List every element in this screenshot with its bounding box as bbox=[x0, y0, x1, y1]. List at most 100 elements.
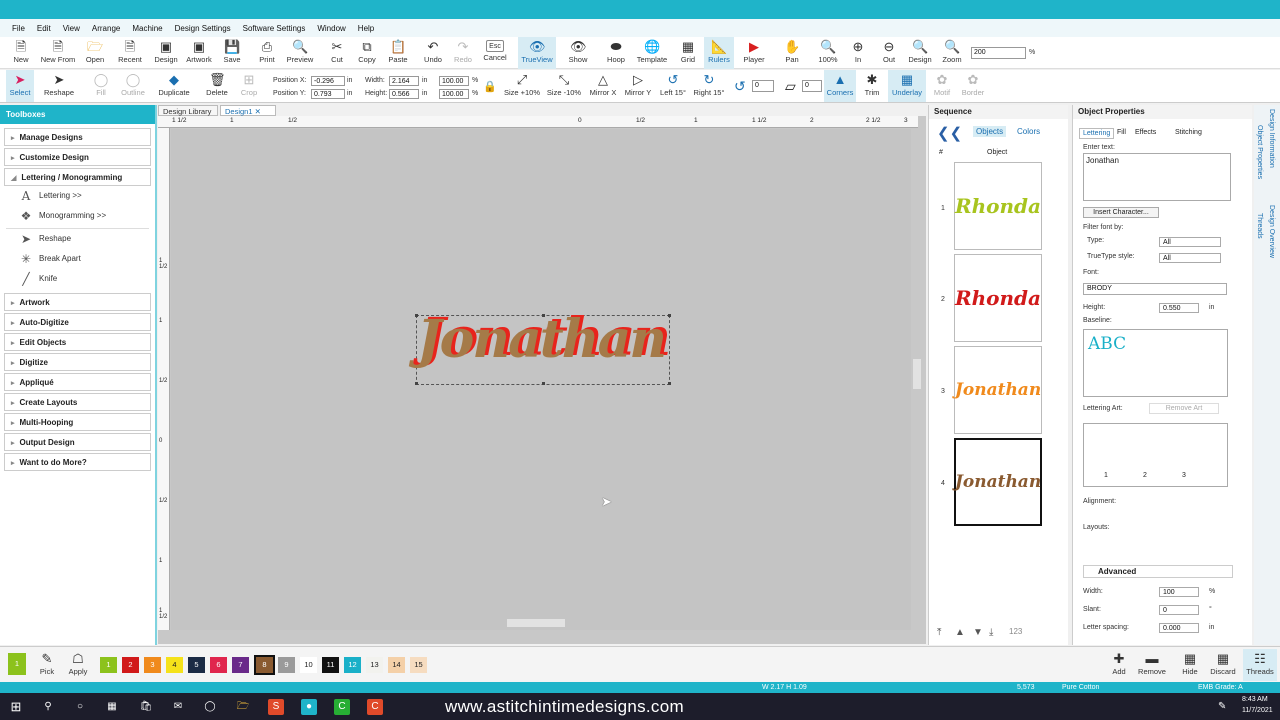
group-manage-designs[interactable]: Manage Designs bbox=[4, 128, 151, 146]
embroidery-app-icon[interactable]: ● bbox=[301, 699, 317, 715]
cortana-icon[interactable]: ○ bbox=[72, 699, 88, 715]
border-button[interactable]: ✿ Border bbox=[958, 70, 988, 102]
file-explorer-icon[interactable]: 🗁 bbox=[235, 699, 251, 715]
search-icon[interactable]: ⚲ bbox=[40, 699, 56, 715]
store-icon[interactable]: 🛍 bbox=[138, 699, 154, 715]
save-button[interactable]: 💾 Save bbox=[220, 37, 244, 69]
color-swatch[interactable]: 9 bbox=[278, 657, 295, 673]
color-swatch[interactable]: 11 bbox=[322, 657, 339, 673]
tab-design1[interactable]: Design1 ✕ bbox=[220, 105, 276, 116]
move-to-top-icon[interactable]: ⤒ bbox=[937, 627, 941, 638]
artwork-button[interactable]: ▣ Artwork bbox=[184, 37, 214, 69]
move-up-icon[interactable]: ▲ bbox=[955, 627, 965, 638]
apply-button[interactable]: ☖ Apply bbox=[64, 649, 92, 681]
color-swatch[interactable]: 4 bbox=[166, 657, 183, 673]
dell-icon[interactable]: ◯ bbox=[202, 699, 218, 715]
sequence-item[interactable]: Rhonda bbox=[954, 254, 1042, 342]
trim-button[interactable]: ✱ Trim bbox=[860, 70, 884, 102]
group-edit-objects[interactable]: Edit Objects bbox=[4, 333, 151, 351]
group-artwork[interactable]: Artwork bbox=[4, 293, 151, 311]
recent-button[interactable]: 🗎 Recent bbox=[114, 37, 146, 69]
group-want-more[interactable]: Want to do More? bbox=[4, 453, 151, 471]
trueview-button[interactable]: 👁 TrueView bbox=[518, 37, 556, 69]
tab-design-overview[interactable]: Design Overview bbox=[1268, 205, 1275, 258]
reshape-tool[interactable]: ➤ Reshape bbox=[0, 229, 155, 249]
move-to-bottom-icon[interactable]: ⤓ bbox=[989, 627, 993, 638]
pick-button[interactable]: ✎ Pick bbox=[34, 649, 60, 681]
delete-button[interactable]: 🗑 Delete bbox=[203, 70, 231, 102]
color-swatch-selected[interactable]: 8 bbox=[254, 655, 275, 675]
rulers-button[interactable]: 📐 Rulers bbox=[704, 37, 734, 69]
tab-stitching[interactable]: Stitching bbox=[1175, 129, 1202, 136]
move-down-icon[interactable]: ▼ bbox=[973, 627, 983, 638]
app-c-orange-icon[interactable]: C bbox=[367, 699, 383, 715]
task-view-icon[interactable]: ▦ bbox=[104, 699, 120, 715]
menu-design-settings[interactable]: Design Settings bbox=[169, 24, 237, 33]
remove-thread-button[interactable]: ▬ Remove bbox=[1136, 649, 1168, 681]
zoom-out-button[interactable]: ⊖ Out bbox=[878, 37, 900, 69]
rotate-right-button[interactable]: ↻ Right 15° bbox=[692, 70, 726, 102]
close-tab-icon[interactable]: ✕ bbox=[255, 107, 261, 116]
design-button[interactable]: ▣ Design bbox=[152, 37, 180, 69]
truetype-select[interactable]: All bbox=[1159, 253, 1221, 263]
rotate-input[interactable]: 0 bbox=[752, 80, 774, 92]
group-auto-digitize[interactable]: Auto-Digitize bbox=[4, 313, 151, 331]
show-button[interactable]: 👁 Show bbox=[565, 37, 591, 69]
duplicate-button[interactable]: ◆ Duplicate bbox=[156, 70, 192, 102]
crop-button[interactable]: ⊞ Crop bbox=[237, 70, 261, 102]
tab-design-library[interactable]: Design Library bbox=[158, 105, 218, 116]
menu-arrange[interactable]: Arrange bbox=[86, 24, 126, 33]
new-from-button[interactable]: 🗎 New From bbox=[38, 37, 78, 69]
position-x-input[interactable]: -0.296 bbox=[311, 76, 345, 86]
remove-art-button[interactable]: Remove Art bbox=[1149, 403, 1219, 414]
design-workspace[interactable]: Jonathan Jonathan ➤ bbox=[171, 129, 921, 630]
preview-button[interactable]: 🔍 Preview bbox=[284, 37, 316, 69]
color-swatch[interactable]: 1 bbox=[100, 657, 117, 673]
resize-handle[interactable] bbox=[668, 382, 671, 385]
new-button[interactable]: 🗎 New bbox=[8, 37, 34, 69]
color-swatch[interactable]: 14 bbox=[388, 657, 405, 673]
copy-button[interactable]: ⧉ Copy bbox=[355, 37, 379, 69]
color-swatch[interactable]: 10 bbox=[300, 657, 317, 673]
open-button[interactable]: 🗁 Open bbox=[82, 37, 108, 69]
group-customize-design[interactable]: Customize Design bbox=[4, 148, 151, 166]
color-swatch[interactable]: 2 bbox=[122, 657, 139, 673]
windows-start-icon[interactable]: ⊞ bbox=[8, 699, 24, 715]
grid-button[interactable]: ▦ Grid bbox=[677, 37, 699, 69]
hoop-button[interactable]: ⬬ Hoop bbox=[604, 37, 628, 69]
fill-button[interactable]: ◯ Fill bbox=[90, 70, 112, 102]
player-button[interactable]: ▶ Player bbox=[740, 37, 768, 69]
width-input[interactable]: 100 bbox=[1159, 587, 1199, 597]
position-y-input[interactable]: 0.793 bbox=[311, 89, 345, 99]
add-thread-button[interactable]: ✚ Add bbox=[1106, 649, 1132, 681]
redo-button[interactable]: ↷ Redo bbox=[451, 37, 475, 69]
color-swatch[interactable]: 12 bbox=[344, 657, 361, 673]
angle-input[interactable]: 0 bbox=[802, 80, 822, 92]
hide-thread-button[interactable]: ▦ Hide bbox=[1177, 649, 1203, 681]
color-swatch[interactable]: 3 bbox=[144, 657, 161, 673]
baseline-gallery[interactable]: ABC bbox=[1083, 329, 1228, 397]
color-swatch[interactable]: 5 bbox=[188, 657, 205, 673]
letter-spacing-input[interactable]: 0.000 bbox=[1159, 623, 1199, 633]
undo-button[interactable]: ↶ Undo bbox=[421, 37, 445, 69]
tab-fill[interactable]: Fill bbox=[1117, 129, 1126, 136]
sequence-item[interactable]: Jonathan bbox=[954, 438, 1042, 526]
group-applique[interactable]: Appliqué bbox=[4, 373, 151, 391]
tab-threads[interactable]: Threads bbox=[1256, 213, 1263, 239]
height-input[interactable]: 0.566 bbox=[389, 89, 419, 99]
threads-button[interactable]: ☷ Threads bbox=[1243, 649, 1277, 681]
lettering-art-gallery[interactable]: 1 2 3 bbox=[1083, 423, 1228, 487]
select-button[interactable]: ➤ Select bbox=[6, 70, 34, 102]
zoom-input[interactable]: 200 bbox=[971, 47, 1026, 59]
underlay-button[interactable]: ▦ Underlay bbox=[888, 70, 926, 102]
text-input[interactable]: Jonathan bbox=[1083, 153, 1231, 201]
knife-tool[interactable]: ╱ Knife bbox=[0, 269, 155, 289]
design-text-embroidery[interactable]: Jonathan bbox=[417, 309, 667, 370]
template-button[interactable]: 🌐 Template bbox=[633, 37, 671, 69]
width-input[interactable]: 2.164 bbox=[389, 76, 419, 86]
color-swatch[interactable]: 13 bbox=[366, 657, 383, 673]
rotate-left-button[interactable]: ↺ Left 15° bbox=[657, 70, 689, 102]
size-plus-button[interactable]: ⤢ Size +10% bbox=[500, 70, 544, 102]
baseline-option[interactable]: ABC bbox=[1088, 334, 1126, 354]
app-s-icon[interactable]: S bbox=[268, 699, 284, 715]
